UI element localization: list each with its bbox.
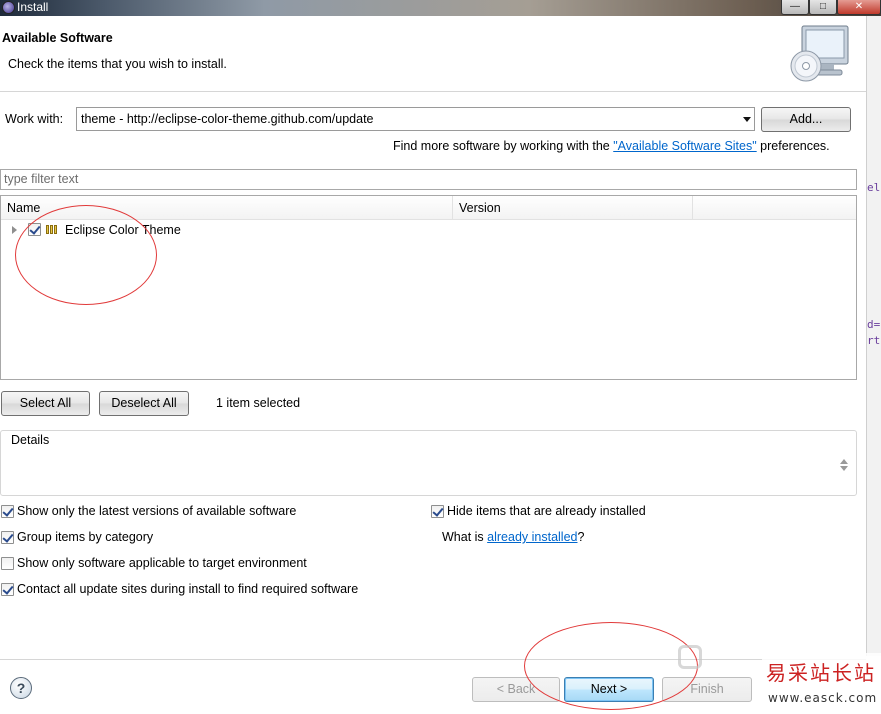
watermark: 易采站长站 www.easck.com (762, 653, 881, 714)
hint-text-before: Find more software by working with the (393, 139, 614, 153)
details-panel (0, 430, 857, 496)
window-controls: — □ ✕ (781, 0, 881, 15)
work-with-label: Work with: (5, 112, 64, 126)
hint-text-after: preferences. (756, 139, 830, 153)
maximize-button[interactable]: □ (809, 0, 837, 15)
page-subtitle: Check the items that you wish to install… (8, 57, 227, 71)
watermark-url: www.easck.com (768, 691, 878, 705)
already-installed-link[interactable]: already installed (487, 530, 577, 544)
work-with-combo[interactable]: theme - http://eclipse-color-theme.githu… (76, 107, 755, 131)
minimize-button[interactable]: — (781, 0, 809, 15)
scroll-down-icon[interactable] (840, 466, 848, 471)
selection-status: 1 item selected (216, 396, 301, 410)
page-title: Available Software (2, 31, 113, 45)
editor-fragment: elf (867, 181, 881, 194)
expand-arrow-icon[interactable] (12, 226, 17, 234)
wizard-header: Available Software Check the items that … (0, 16, 866, 92)
group-by-category-checkbox[interactable] (1, 531, 14, 544)
what-is-suffix: ? (577, 530, 585, 544)
column-version[interactable]: Version (453, 196, 693, 220)
what-is-prefix: What is (442, 530, 488, 544)
details-label: Details (9, 433, 52, 447)
editor-fragment: rto (867, 334, 881, 347)
dropdown-arrow-icon[interactable] (743, 117, 751, 122)
eclipse-icon (2, 1, 15, 14)
install-cd-icon (790, 25, 849, 82)
annotation-circle (524, 622, 698, 710)
window-title: Install (17, 0, 49, 14)
scroll-up-icon[interactable] (840, 459, 848, 464)
what-is-installed: What is already installed? (442, 530, 584, 544)
filter-input[interactable]: type filter text (0, 169, 857, 190)
window-titlebar[interactable]: Install — □ ✕ (0, 0, 881, 16)
editor-fragment: d=" (867, 318, 881, 331)
add-button[interactable]: Add... (761, 107, 851, 132)
work-with-value: theme - http://eclipse-color-theme.githu… (81, 112, 374, 126)
background-editor-strip: elf d=" rto (866, 16, 881, 656)
close-button[interactable]: ✕ (837, 0, 881, 15)
contact-all-label: Contact all update sites during install … (17, 582, 359, 596)
hide-installed-checkbox[interactable] (431, 505, 444, 518)
latest-only-checkbox[interactable] (1, 505, 14, 518)
group-by-category-label: Group items by category (17, 530, 154, 544)
hide-installed-label: Hide items that are already installed (447, 504, 646, 518)
contact-all-checkbox[interactable] (1, 583, 14, 596)
target-env-label: Show only software applicable to target … (17, 556, 307, 570)
latest-only-label: Show only the latest versions of availab… (17, 504, 297, 518)
footer-separator (0, 659, 866, 660)
help-icon[interactable]: ? (10, 677, 32, 699)
deselect-all-button[interactable]: Deselect All (99, 391, 189, 416)
details-scrollbar[interactable] (838, 457, 850, 477)
available-software-sites-link[interactable]: "Available Software Sites" (613, 139, 756, 153)
watermark-text: 易采站长站 (766, 661, 876, 685)
watermark-logo-icon (678, 645, 702, 669)
annotation-circle (15, 205, 157, 305)
select-all-button[interactable]: Select All (1, 391, 90, 416)
software-sites-hint: Find more software by working with the "… (393, 139, 830, 153)
target-env-checkbox[interactable] (1, 557, 14, 570)
